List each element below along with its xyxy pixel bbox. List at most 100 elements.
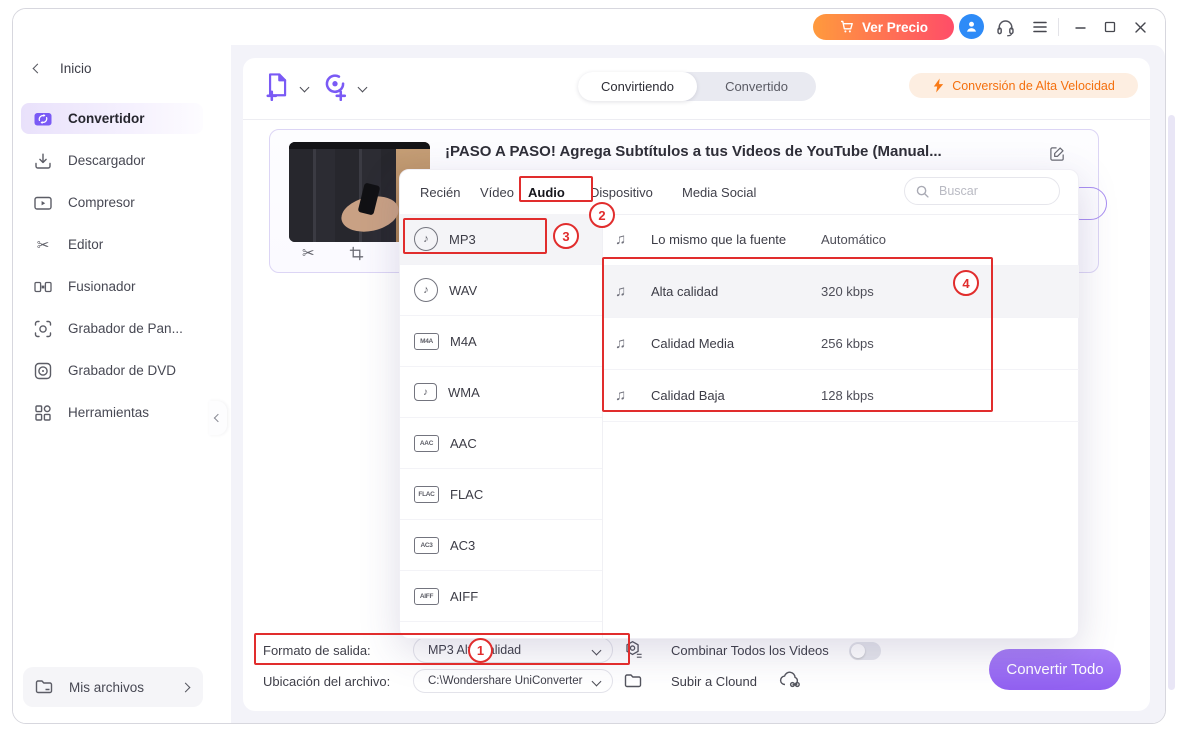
quality-value: 128 kbps <box>821 388 874 403</box>
quality-row-alta[interactable]: ♫ Alta calidad 320 kbps <box>603 266 1079 318</box>
close-button[interactable] <box>1129 16 1151 38</box>
format-row-m4a[interactable]: M4A M4A <box>400 316 602 367</box>
sidebar-item-compresor[interactable]: Compresor <box>21 187 203 218</box>
high-speed-conversion-toggle[interactable]: Conversión de Alta Velocidad <box>909 73 1138 98</box>
minimize-button[interactable] <box>1069 16 1091 38</box>
annotation-step-3: 3 <box>553 223 579 249</box>
quality-value: Automático <box>821 232 887 247</box>
sidebar-my-files[interactable]: Mis archivos <box>23 667 203 707</box>
add-disc-dropdown-icon[interactable] <box>357 82 368 93</box>
thumbnail-letterbox <box>289 142 430 149</box>
format-label: WMA <box>448 384 480 400</box>
popup-tab-label: Recién <box>420 184 461 200</box>
rename-edit-icon[interactable] <box>1049 145 1066 162</box>
add-disc-button[interactable] <box>321 71 351 103</box>
sidebar-item-label: Convertidor <box>68 111 145 126</box>
page-scrollbar[interactable] <box>1168 115 1175 690</box>
ver-precio-button[interactable]: Ver Precio <box>813 14 954 40</box>
search-input[interactable] <box>937 183 1041 199</box>
quality-name: Alta calidad <box>651 284 719 299</box>
add-disc-icon <box>321 71 351 101</box>
sidebar-item-grabador-pantalla[interactable]: Grabador de Pan... <box>21 313 203 344</box>
merge-videos-toggle[interactable] <box>849 642 881 660</box>
format-row-wav[interactable]: ♪ WAV <box>400 265 602 316</box>
scissors-icon: ✂ <box>36 236 50 254</box>
sidebar-back-label: Inicio <box>60 60 92 76</box>
compressor-icon <box>33 193 53 213</box>
format-label: AIFF <box>450 588 479 604</box>
menu-icon[interactable] <box>1029 16 1051 38</box>
format-search-box[interactable] <box>904 177 1060 205</box>
file-location-dropdown[interactable]: C:\Wondershare UniConverter <box>413 669 613 693</box>
flac-format-icon: FLAC <box>414 485 439 503</box>
quality-name: Calidad Baja <box>651 388 725 403</box>
sidebar-back-home[interactable]: Inicio <box>32 57 92 79</box>
popup-tab-video[interactable]: Vídeo <box>480 170 514 214</box>
chevron-down-icon <box>591 645 602 655</box>
popup-tab-media-social[interactable]: Media Social <box>682 170 756 214</box>
sidebar-item-descargador[interactable]: Descargador <box>21 145 203 176</box>
sidebar-collapse-button[interactable] <box>209 401 227 435</box>
main-area: Convirtiendo Convertido Conversión de Al… <box>231 45 1165 723</box>
merge-videos-label: Combinar Todos los Videos <box>671 643 829 658</box>
quality-list: ♫ Lo mismo que la fuente Automático ♫ Al… <box>603 214 1079 422</box>
popup-tab-label: Dispositivo <box>590 184 653 200</box>
output-format-label: Formato de salida: <box>263 643 371 658</box>
wav-format-icon: ♪ <box>414 278 438 302</box>
support-headset-icon[interactable] <box>994 16 1016 38</box>
popup-tab-recien[interactable]: Recién <box>420 170 460 214</box>
format-label: FLAC <box>450 486 484 502</box>
sidebar-item-label: Herramientas <box>68 405 150 420</box>
download-icon <box>33 151 53 171</box>
format-row-flac[interactable]: FLAC FLAC <box>400 469 602 520</box>
sidebar-item-grabador-dvd[interactable]: Grabador de DVD <box>21 355 203 386</box>
crop-icon[interactable] <box>349 246 364 261</box>
music-note-icon: ♫ <box>615 335 627 352</box>
sidebar-item-herramientas[interactable]: Herramientas <box>21 397 203 428</box>
trim-scissors-icon[interactable]: ✂ <box>302 244 315 262</box>
maximize-button[interactable] <box>1099 16 1121 38</box>
format-label: AAC <box>450 435 477 451</box>
popup-tab-label: Media Social <box>682 184 757 200</box>
format-row-aiff[interactable]: AIFF AIFF <box>400 571 602 622</box>
lightning-icon <box>932 78 945 93</box>
convert-all-label: Convertir Todo <box>1006 661 1104 678</box>
tab-convirtiendo[interactable]: Convirtiendo <box>578 72 697 101</box>
add-file-dropdown-icon[interactable] <box>299 82 310 93</box>
ver-precio-label: Ver Precio <box>861 19 929 35</box>
sidebar: Inicio Convertidor Descargador Compresor… <box>13 45 231 723</box>
add-file-button[interactable] <box>263 71 293 103</box>
tab-convertido[interactable]: Convertido <box>697 72 816 101</box>
sidebar-item-editor[interactable]: ✂ Editor <box>21 229 203 260</box>
sidebar-item-convertidor[interactable]: Convertidor <box>21 103 203 134</box>
sidebar-item-label: Descargador <box>68 153 146 168</box>
aac-format-icon: AAC <box>414 434 439 452</box>
sidebar-item-fusionador[interactable]: Fusionador <box>21 271 203 302</box>
chevron-right-icon <box>180 682 191 692</box>
file-location-value: C:\Wondershare UniConverter <box>428 675 583 687</box>
format-row-ac3[interactable]: AC3 AC3 <box>400 520 602 571</box>
output-format-dropdown[interactable]: MP3 Alta calidad <box>413 637 613 663</box>
open-folder-icon[interactable] <box>623 671 643 691</box>
converter-icon <box>33 109 53 129</box>
music-note-icon: ♫ <box>615 387 627 404</box>
m4a-format-icon: M4A <box>414 332 439 350</box>
merge-icon <box>33 277 53 297</box>
file-location-label: Ubicación del archivo: <box>263 674 391 689</box>
annotation-step-2: 2 <box>589 202 615 228</box>
popup-tab-audio[interactable]: Audio <box>528 170 565 214</box>
format-label: WAV <box>449 282 478 298</box>
quality-row-baja[interactable]: ♫ Calidad Baja 128 kbps <box>603 370 1079 422</box>
quality-row-media[interactable]: ♫ Calidad Media 256 kbps <box>603 318 1079 370</box>
sidebar-item-label: Compresor <box>68 195 135 210</box>
status-tabs: Convirtiendo Convertido <box>578 72 816 101</box>
output-settings-icon[interactable] <box>623 639 644 660</box>
annotation-step-4: 4 <box>953 270 979 296</box>
cloud-upload-icon[interactable] <box>779 670 803 689</box>
format-row-aac[interactable]: AAC AAC <box>400 418 602 469</box>
quality-row-source[interactable]: ♫ Lo mismo que la fuente Automático <box>603 214 1079 266</box>
format-row-wma[interactable]: ♪ WMA <box>400 367 602 418</box>
format-list: ♪ MP3 ♪ WAV M4A M4A ♪ WMA AAC AAC FLAC F… <box>400 214 602 622</box>
convert-all-button[interactable]: Convertir Todo <box>989 649 1121 690</box>
avatar[interactable] <box>959 14 984 39</box>
